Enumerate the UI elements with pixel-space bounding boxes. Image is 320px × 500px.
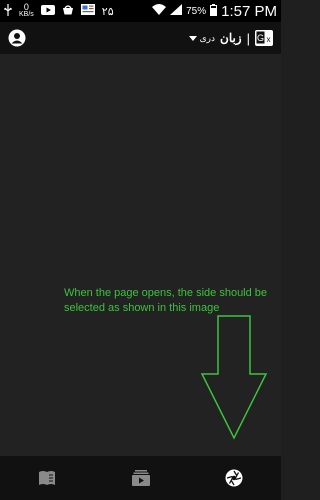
caret-down-icon: [188, 35, 197, 41]
status-right: 75% 1:57 PM: [152, 3, 277, 20]
app-bar: دری زبان | Gx: [0, 22, 281, 54]
language-label: زبان: [220, 31, 242, 45]
battery-percent: 75%: [186, 5, 207, 17]
nav-item-videos[interactable]: [94, 456, 188, 500]
net-speed-value: 0: [23, 2, 29, 12]
news-icon: [80, 4, 95, 18]
basket-icon: [62, 4, 74, 18]
status-left: 0 KB/s ۲۵: [4, 2, 114, 19]
day-number: ۲۵: [101, 5, 114, 18]
separator: |: [246, 30, 250, 46]
video-library-icon: [131, 470, 150, 486]
clock-time: 1:57 PM: [221, 2, 277, 20]
youtube-icon: [40, 4, 55, 18]
battery-icon: [210, 3, 218, 19]
bottom-nav: [0, 456, 281, 500]
annotation-arrow: [200, 315, 268, 440]
account-icon[interactable]: [8, 29, 26, 47]
book-icon: [38, 471, 55, 485]
svg-text:x: x: [267, 35, 271, 44]
language-value: دری: [199, 32, 215, 43]
status-bar: 0 KB/s ۲۵ 75% 1:57 PM: [0, 0, 281, 22]
signal-icon: [170, 4, 183, 18]
annotation-text: When the page opens, the side should be …: [64, 287, 268, 314]
nav-item-camera[interactable]: [187, 456, 281, 500]
svg-text:G: G: [257, 33, 264, 43]
net-speed-unit: KB/s: [19, 11, 34, 18]
language-dropdown[interactable]: دری: [188, 32, 215, 44]
wifi-icon: [152, 4, 167, 18]
net-speed: 0 KB/s: [19, 2, 34, 19]
camera-shutter-icon: [225, 469, 243, 487]
translate-icon[interactable]: Gx: [255, 30, 273, 46]
usb-icon: [4, 3, 12, 19]
nav-item-read[interactable]: [0, 456, 94, 500]
language-switcher: دری زبان | Gx: [188, 30, 273, 46]
